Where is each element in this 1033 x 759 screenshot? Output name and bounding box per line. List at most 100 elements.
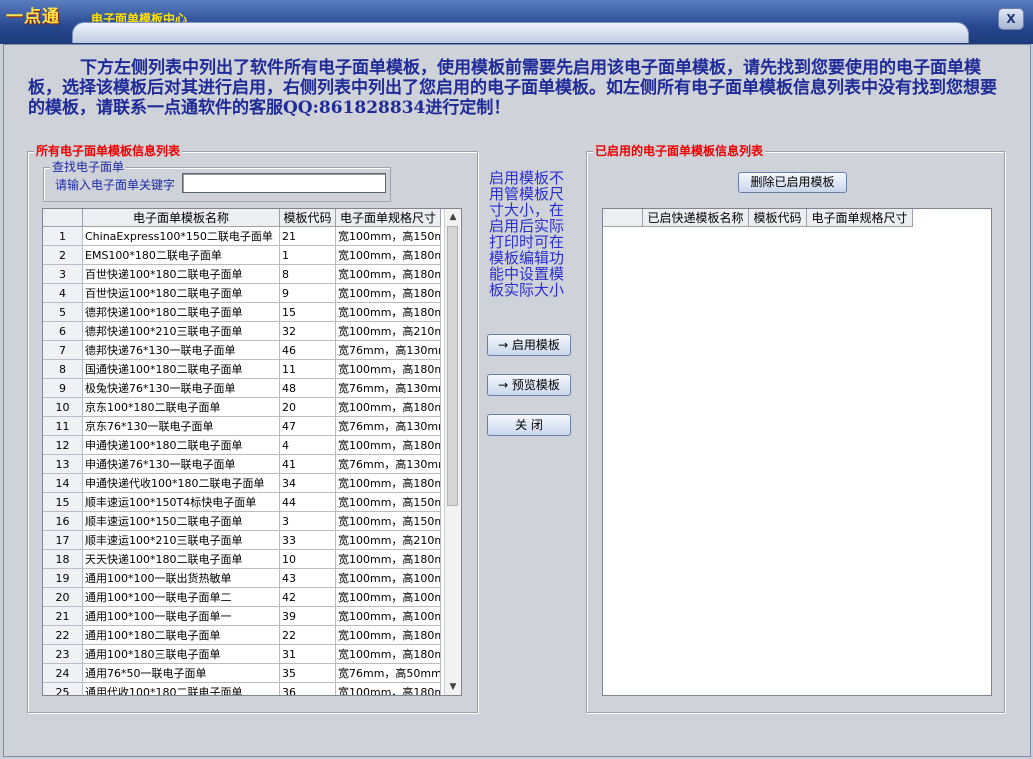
row-number-cell[interactable]: 1: [43, 227, 83, 246]
row-number-cell[interactable]: 9: [43, 379, 83, 398]
table-row[interactable]: 14申通快递代收100*180二联电子面单34宽100mm，高180mm: [43, 474, 443, 493]
table-row[interactable]: 5德邦快递100*180二联电子面单15宽100mm，高180mm: [43, 303, 443, 322]
template-size-cell[interactable]: 宽100mm，高180mm: [336, 645, 441, 664]
template-name-cell[interactable]: 通用100*100一联电子面单二: [83, 588, 280, 607]
template-size-cell[interactable]: 宽100mm，高100mm: [336, 588, 441, 607]
template-size-cell[interactable]: 宽100mm，高100mm: [336, 569, 441, 588]
template-size-cell[interactable]: 宽76mm，高130mm: [336, 341, 441, 360]
template-code-cell[interactable]: 44: [280, 493, 336, 512]
row-number-cell[interactable]: 5: [43, 303, 83, 322]
table-row[interactable]: 4百世快运100*180二联电子面单9宽100mm，高180mm: [43, 284, 443, 303]
template-code-cell[interactable]: 21: [280, 227, 336, 246]
template-code-cell[interactable]: 1: [280, 246, 336, 265]
template-code-cell[interactable]: 15: [280, 303, 336, 322]
row-number-cell[interactable]: 14: [43, 474, 83, 493]
template-name-cell[interactable]: EMS100*180二联电子面单: [83, 246, 280, 265]
template-size-cell[interactable]: 宽100mm，高180mm: [336, 303, 441, 322]
template-size-cell[interactable]: 宽100mm，高180mm: [336, 398, 441, 417]
table-row[interactable]: 16顺丰速运100*150二联电子面单3宽100mm，高150mm: [43, 512, 443, 531]
template-code-cell[interactable]: 11: [280, 360, 336, 379]
row-number-cell[interactable]: 11: [43, 417, 83, 436]
row-number-cell[interactable]: 21: [43, 607, 83, 626]
template-code-cell[interactable]: 31: [280, 645, 336, 664]
template-code-cell[interactable]: 10: [280, 550, 336, 569]
template-name-cell[interactable]: 通用100*180二联电子面单: [83, 626, 280, 645]
table-row[interactable]: 11 京东76*130一联电子面单 47 宽76mm，高130mm: [43, 417, 443, 436]
row-number-cell[interactable]: 8: [43, 360, 83, 379]
template-size-cell[interactable]: 宽100mm，高180mm: [336, 626, 441, 645]
close-window-button[interactable]: X: [998, 8, 1024, 30]
table-row[interactable]: 21通用100*100一联电子面单一39宽100mm，高100mm: [43, 607, 443, 626]
template-code-cell[interactable]: 47: [280, 417, 336, 436]
row-number-cell[interactable]: 13: [43, 455, 83, 474]
template-code-cell[interactable]: 41: [280, 455, 336, 474]
template-name-cell[interactable]: 德邦快递100*210三联电子面单: [83, 322, 280, 341]
template-code-cell[interactable]: 46: [280, 341, 336, 360]
template-name-cell[interactable]: 百世快递100*180二联电子面单: [83, 265, 280, 284]
template-name-cell[interactable]: 通用100*100一联电子面单一: [83, 607, 280, 626]
row-number-cell[interactable]: 4: [43, 284, 83, 303]
template-size-cell[interactable]: 宽76mm，高130mm: [336, 379, 441, 398]
template-name-cell[interactable]: 通用代收100*180二联电子面单: [83, 683, 280, 695]
template-name-cell[interactable]: 百世快运100*180二联电子面单: [83, 284, 280, 303]
table-row[interactable]: 10京东100*180二联电子面单20宽100mm，高180mm: [43, 398, 443, 417]
row-number-cell[interactable]: 18: [43, 550, 83, 569]
scroll-down-arrow-icon[interactable]: ▼: [445, 679, 461, 695]
delete-enabled-template-button[interactable]: 删除已启用模板: [738, 172, 847, 193]
preview-template-button[interactable]: → 预览模板: [487, 374, 571, 396]
template-size-cell[interactable]: 宽100mm，高180mm: [336, 284, 441, 303]
table-row[interactable]: 6德邦快递100*210三联电子面单32宽100mm，高210mm: [43, 322, 443, 341]
scroll-up-arrow-icon[interactable]: ▲: [445, 209, 461, 225]
template-name-cell[interactable]: 通用76*50一联电子面单: [83, 664, 280, 683]
table-row[interactable]: 20通用100*100一联电子面单二42宽100mm，高100mm: [43, 588, 443, 607]
template-size-cell[interactable]: 宽100mm，高180mm: [336, 474, 441, 493]
header-template-size[interactable]: 电子面单规格尺寸: [336, 209, 441, 227]
template-size-cell[interactable]: 宽100mm，高180mm: [336, 265, 441, 284]
template-name-cell[interactable]: 顺丰速运100*210三联电子面单: [83, 531, 280, 550]
header-template-code[interactable]: 模板代码: [280, 209, 336, 227]
template-name-cell[interactable]: ChinaExpress100*150二联电子面单: [83, 227, 280, 246]
template-name-cell[interactable]: 申通快递代收100*180二联电子面单: [83, 474, 280, 493]
template-size-cell[interactable]: 宽100mm，高180mm: [336, 360, 441, 379]
template-size-cell[interactable]: 宽76mm，高130mm: [336, 417, 441, 436]
template-code-cell[interactable]: 35: [280, 664, 336, 683]
table-row[interactable]: 8国通快递100*180二联电子面单11宽100mm，高180mm: [43, 360, 443, 379]
template-size-cell[interactable]: 宽100mm，高100mm: [336, 607, 441, 626]
row-number-cell[interactable]: 15: [43, 493, 83, 512]
template-size-cell[interactable]: 宽100mm，高210mm: [336, 322, 441, 341]
template-name-cell[interactable]: 德邦快递100*180二联电子面单: [83, 303, 280, 322]
enabled-header-template-code[interactable]: 模板代码: [749, 209, 807, 227]
template-size-cell[interactable]: 宽100mm，高180mm: [336, 550, 441, 569]
template-code-cell[interactable]: 42: [280, 588, 336, 607]
row-number-cell[interactable]: 22: [43, 626, 83, 645]
table-row[interactable]: 9 极兔快递76*130一联电子面单 48 宽76mm，高130mm: [43, 379, 443, 398]
table-row[interactable]: 3百世快递100*180二联电子面单8宽100mm，高180mm: [43, 265, 443, 284]
table-row[interactable]: 24 通用76*50一联电子面单 35 宽76mm，高50mm: [43, 664, 443, 683]
row-number-cell[interactable]: 7: [43, 341, 83, 360]
table-row[interactable]: 25通用代收100*180二联电子面单36宽100mm，高180mm: [43, 683, 443, 695]
template-name-cell[interactable]: 国通快递100*180二联电子面单: [83, 360, 280, 379]
table-row[interactable]: 23通用100*180三联电子面单31宽100mm，高180mm: [43, 645, 443, 664]
table-row[interactable]: 18天天快递100*180二联电子面单10宽100mm，高180mm: [43, 550, 443, 569]
template-name-cell[interactable]: 通用100*100一联出货热敏单: [83, 569, 280, 588]
row-number-cell[interactable]: 24: [43, 664, 83, 683]
template-code-cell[interactable]: 33: [280, 531, 336, 550]
template-code-cell[interactable]: 48: [280, 379, 336, 398]
row-number-cell[interactable]: 12: [43, 436, 83, 455]
template-name-cell[interactable]: 申通快递76*130一联电子面单: [83, 455, 280, 474]
template-size-cell[interactable]: 宽100mm，高150mm: [336, 227, 441, 246]
template-name-cell[interactable]: 顺丰速运100*150T4标快电子面单: [83, 493, 280, 512]
template-code-cell[interactable]: 9: [280, 284, 336, 303]
enabled-header-template-size[interactable]: 电子面单规格尺寸: [807, 209, 913, 227]
template-name-cell[interactable]: 京东100*180二联电子面单: [83, 398, 280, 417]
table-row[interactable]: 15顺丰速运100*150T4标快电子面单44宽100mm，高150mm: [43, 493, 443, 512]
template-size-cell[interactable]: 宽100mm，高180mm: [336, 683, 441, 695]
template-name-cell[interactable]: 天天快递100*180二联电子面单: [83, 550, 280, 569]
template-name-cell[interactable]: 顺丰速运100*150二联电子面单: [83, 512, 280, 531]
row-number-cell[interactable]: 6: [43, 322, 83, 341]
template-code-cell[interactable]: 8: [280, 265, 336, 284]
header-template-name[interactable]: 电子面单模板名称: [83, 209, 280, 227]
enabled-header-template-name[interactable]: 已启快递模板名称: [643, 209, 749, 227]
table-row[interactable]: 17顺丰速运100*210三联电子面单33宽100mm，高210mm: [43, 531, 443, 550]
template-size-cell[interactable]: 宽100mm，高180mm: [336, 246, 441, 265]
